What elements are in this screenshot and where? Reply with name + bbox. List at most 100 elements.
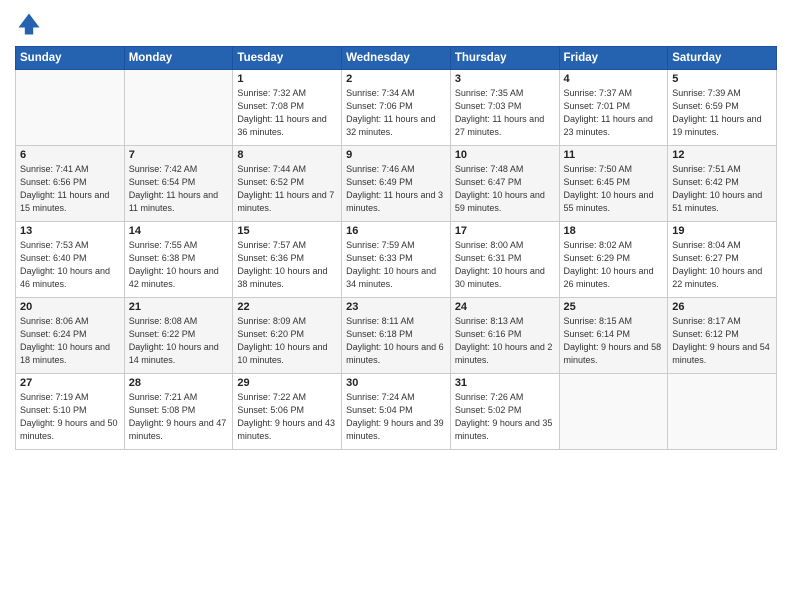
day-number: 25 <box>564 301 664 313</box>
day-number: 12 <box>672 149 772 161</box>
day-cell <box>16 70 125 146</box>
day-cell: 24 Sunrise: 8:13 AM Sunset: 6:16 PM Dayli… <box>450 298 559 374</box>
day-number: 17 <box>455 225 555 237</box>
day-content: Sunrise: 7:34 AM Sunset: 7:06 PM Dayligh… <box>346 87 446 139</box>
day-cell: 19 Sunrise: 8:04 AM Sunset: 6:27 PM Dayli… <box>668 222 777 298</box>
day-cell: 12 Sunrise: 7:51 AM Sunset: 6:42 PM Dayli… <box>668 146 777 222</box>
day-cell <box>559 374 668 450</box>
day-number: 9 <box>346 149 446 161</box>
day-content: Sunrise: 7:42 AM Sunset: 6:54 PM Dayligh… <box>129 163 229 215</box>
day-number: 3 <box>455 73 555 85</box>
day-number: 5 <box>672 73 772 85</box>
day-cell: 21 Sunrise: 8:08 AM Sunset: 6:22 PM Dayli… <box>124 298 233 374</box>
day-number: 24 <box>455 301 555 313</box>
day-cell: 17 Sunrise: 8:00 AM Sunset: 6:31 PM Dayli… <box>450 222 559 298</box>
day-content: Sunrise: 7:39 AM Sunset: 6:59 PM Dayligh… <box>672 87 772 139</box>
day-content: Sunrise: 7:21 AM Sunset: 5:08 PM Dayligh… <box>129 391 229 443</box>
day-cell: 1 Sunrise: 7:32 AM Sunset: 7:08 PM Daylig… <box>233 70 342 146</box>
day-number: 22 <box>237 301 337 313</box>
day-content: Sunrise: 8:00 AM Sunset: 6:31 PM Dayligh… <box>455 239 555 291</box>
day-content: Sunrise: 7:44 AM Sunset: 6:52 PM Dayligh… <box>237 163 337 215</box>
day-number: 1 <box>237 73 337 85</box>
day-content: Sunrise: 7:19 AM Sunset: 5:10 PM Dayligh… <box>20 391 120 443</box>
day-content: Sunrise: 7:41 AM Sunset: 6:56 PM Dayligh… <box>20 163 120 215</box>
day-content: Sunrise: 7:35 AM Sunset: 7:03 PM Dayligh… <box>455 87 555 139</box>
day-cell: 16 Sunrise: 7:59 AM Sunset: 6:33 PM Dayli… <box>342 222 451 298</box>
day-content: Sunrise: 8:02 AM Sunset: 6:29 PM Dayligh… <box>564 239 664 291</box>
day-content: Sunrise: 8:09 AM Sunset: 6:20 PM Dayligh… <box>237 315 337 367</box>
day-number: 21 <box>129 301 229 313</box>
day-content: Sunrise: 8:15 AM Sunset: 6:14 PM Dayligh… <box>564 315 664 367</box>
logo-icon <box>15 10 43 38</box>
day-content: Sunrise: 7:59 AM Sunset: 6:33 PM Dayligh… <box>346 239 446 291</box>
header-row: SundayMondayTuesdayWednesdayThursdayFrid… <box>16 47 777 70</box>
day-content: Sunrise: 8:13 AM Sunset: 6:16 PM Dayligh… <box>455 315 555 367</box>
day-content: Sunrise: 7:48 AM Sunset: 6:47 PM Dayligh… <box>455 163 555 215</box>
day-number: 10 <box>455 149 555 161</box>
header-cell-monday: Monday <box>124 47 233 70</box>
day-number: 18 <box>564 225 664 237</box>
day-content: Sunrise: 7:51 AM Sunset: 6:42 PM Dayligh… <box>672 163 772 215</box>
day-content: Sunrise: 7:55 AM Sunset: 6:38 PM Dayligh… <box>129 239 229 291</box>
day-cell: 3 Sunrise: 7:35 AM Sunset: 7:03 PM Daylig… <box>450 70 559 146</box>
week-row-4: 20Sunrise: 8:06 AM Sunset: 6:24 PM Dayli… <box>16 298 777 374</box>
header-cell-saturday: Saturday <box>668 47 777 70</box>
day-cell: 4Sunrise: 7:37 AM Sunset: 7:01 PM Daylig… <box>559 70 668 146</box>
day-content: Sunrise: 8:11 AM Sunset: 6:18 PM Dayligh… <box>346 315 446 367</box>
day-cell: 11Sunrise: 7:50 AM Sunset: 6:45 PM Dayli… <box>559 146 668 222</box>
day-number: 4 <box>564 73 664 85</box>
day-number: 13 <box>20 225 120 237</box>
page: SundayMondayTuesdayWednesdayThursdayFrid… <box>0 0 792 612</box>
header-cell-friday: Friday <box>559 47 668 70</box>
day-content: Sunrise: 7:24 AM Sunset: 5:04 PM Dayligh… <box>346 391 446 443</box>
day-content: Sunrise: 8:04 AM Sunset: 6:27 PM Dayligh… <box>672 239 772 291</box>
day-number: 16 <box>346 225 446 237</box>
day-number: 26 <box>672 301 772 313</box>
day-number: 8 <box>237 149 337 161</box>
day-number: 15 <box>237 225 337 237</box>
week-row-1: 1 Sunrise: 7:32 AM Sunset: 7:08 PM Daylig… <box>16 70 777 146</box>
day-content: Sunrise: 7:26 AM Sunset: 5:02 PM Dayligh… <box>455 391 555 443</box>
day-cell: 22 Sunrise: 8:09 AM Sunset: 6:20 PM Dayli… <box>233 298 342 374</box>
day-cell: 8 Sunrise: 7:44 AM Sunset: 6:52 PM Daylig… <box>233 146 342 222</box>
day-cell: 6Sunrise: 7:41 AM Sunset: 6:56 PM Daylig… <box>16 146 125 222</box>
calendar-table: SundayMondayTuesdayWednesdayThursdayFrid… <box>15 46 777 450</box>
day-number: 11 <box>564 149 664 161</box>
day-number: 14 <box>129 225 229 237</box>
week-row-2: 6Sunrise: 7:41 AM Sunset: 6:56 PM Daylig… <box>16 146 777 222</box>
day-cell: 27 Sunrise: 7:19 AM Sunset: 5:10 PM Dayli… <box>16 374 125 450</box>
day-cell: 26 Sunrise: 8:17 AM Sunset: 6:12 PM Dayli… <box>668 298 777 374</box>
week-row-3: 13 Sunrise: 7:53 AM Sunset: 6:40 PM Dayli… <box>16 222 777 298</box>
day-cell: 7Sunrise: 7:42 AM Sunset: 6:54 PM Daylig… <box>124 146 233 222</box>
day-cell: 31 Sunrise: 7:26 AM Sunset: 5:02 PM Dayli… <box>450 374 559 450</box>
day-number: 31 <box>455 377 555 389</box>
header-cell-thursday: Thursday <box>450 47 559 70</box>
day-cell <box>124 70 233 146</box>
day-cell: 18 Sunrise: 8:02 AM Sunset: 6:29 PM Dayli… <box>559 222 668 298</box>
day-number: 28 <box>129 377 229 389</box>
day-content: Sunrise: 8:17 AM Sunset: 6:12 PM Dayligh… <box>672 315 772 367</box>
day-number: 27 <box>20 377 120 389</box>
day-number: 23 <box>346 301 446 313</box>
header-cell-sunday: Sunday <box>16 47 125 70</box>
week-row-5: 27 Sunrise: 7:19 AM Sunset: 5:10 PM Dayli… <box>16 374 777 450</box>
day-number: 19 <box>672 225 772 237</box>
day-content: Sunrise: 7:32 AM Sunset: 7:08 PM Dayligh… <box>237 87 337 139</box>
day-cell: 20Sunrise: 8:06 AM Sunset: 6:24 PM Dayli… <box>16 298 125 374</box>
day-cell: 28 Sunrise: 7:21 AM Sunset: 5:08 PM Dayli… <box>124 374 233 450</box>
day-cell: 10 Sunrise: 7:48 AM Sunset: 6:47 PM Dayli… <box>450 146 559 222</box>
day-cell: 5 Sunrise: 7:39 AM Sunset: 6:59 PM Daylig… <box>668 70 777 146</box>
day-number: 30 <box>346 377 446 389</box>
day-cell: 14 Sunrise: 7:55 AM Sunset: 6:38 PM Dayli… <box>124 222 233 298</box>
day-content: Sunrise: 7:46 AM Sunset: 6:49 PM Dayligh… <box>346 163 446 215</box>
day-number: 20 <box>20 301 120 313</box>
day-cell: 15Sunrise: 7:57 AM Sunset: 6:36 PM Dayli… <box>233 222 342 298</box>
day-content: Sunrise: 7:22 AM Sunset: 5:06 PM Dayligh… <box>237 391 337 443</box>
day-cell: 29Sunrise: 7:22 AM Sunset: 5:06 PM Dayli… <box>233 374 342 450</box>
day-cell: 23 Sunrise: 8:11 AM Sunset: 6:18 PM Dayli… <box>342 298 451 374</box>
day-cell: 9 Sunrise: 7:46 AM Sunset: 6:49 PM Daylig… <box>342 146 451 222</box>
day-content: Sunrise: 8:08 AM Sunset: 6:22 PM Dayligh… <box>129 315 229 367</box>
day-content: Sunrise: 7:53 AM Sunset: 6:40 PM Dayligh… <box>20 239 120 291</box>
header-cell-wednesday: Wednesday <box>342 47 451 70</box>
day-cell: 30 Sunrise: 7:24 AM Sunset: 5:04 PM Dayli… <box>342 374 451 450</box>
